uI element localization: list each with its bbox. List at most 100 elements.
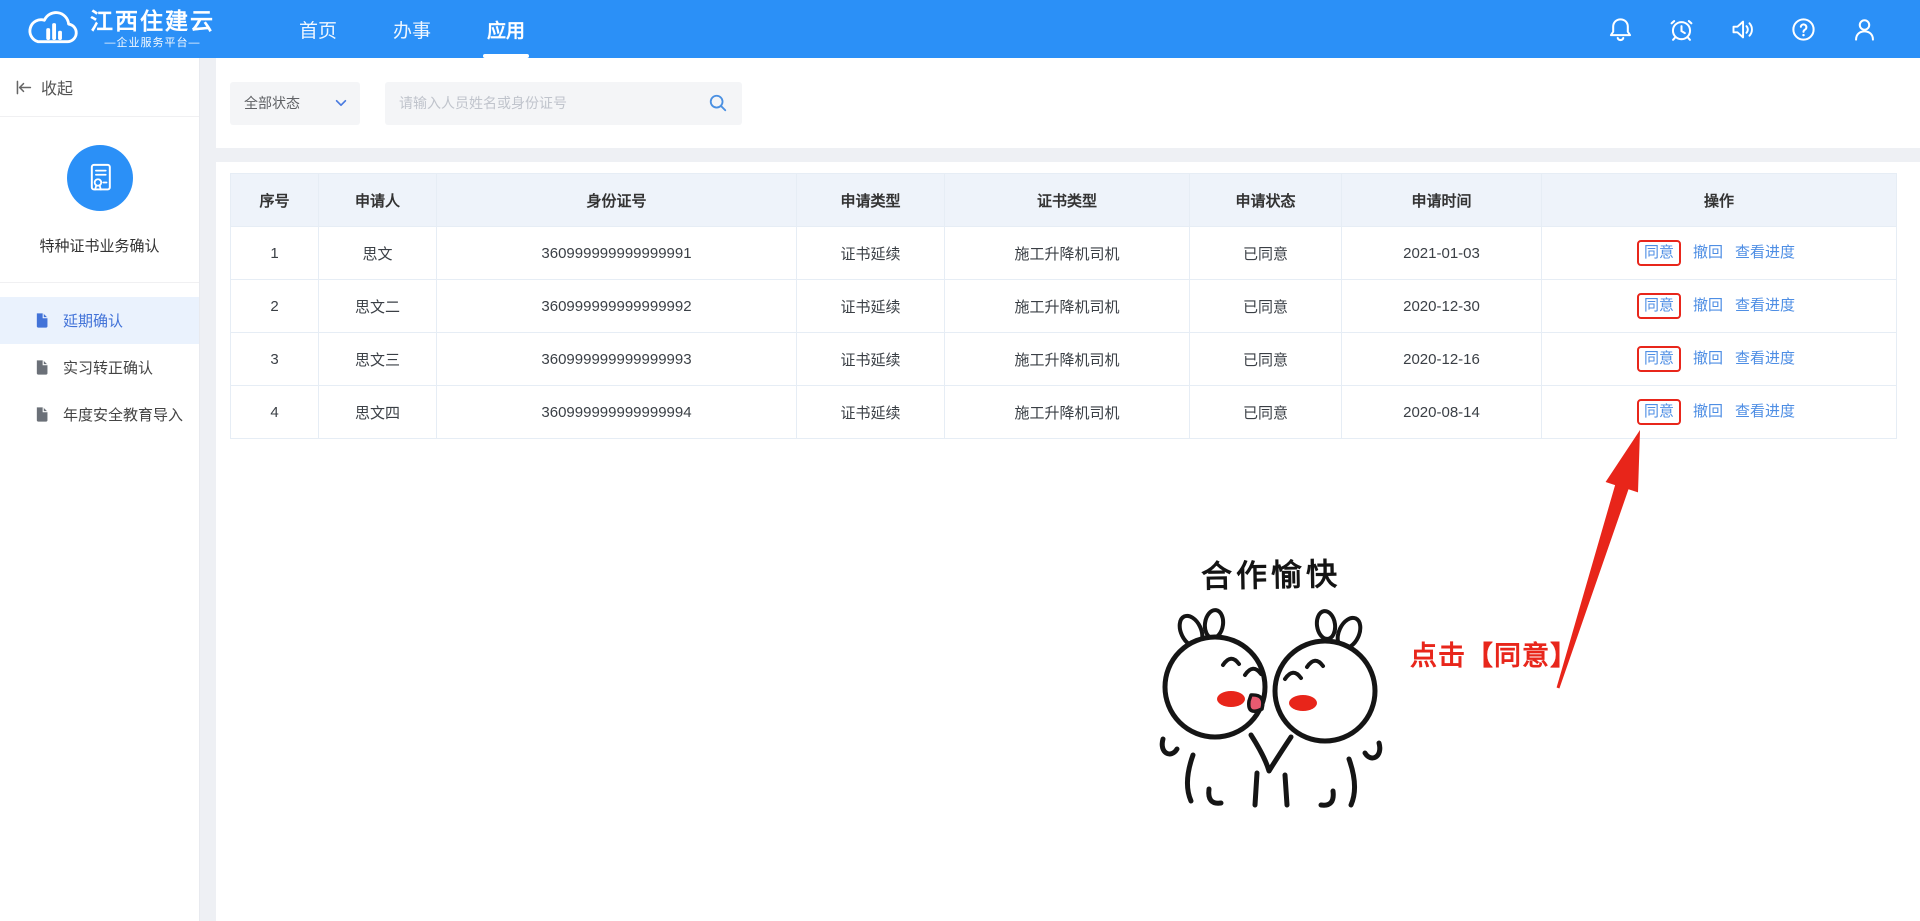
cell-applicant: 思文三	[319, 333, 437, 386]
cartoon-characters-illustration	[1151, 603, 1391, 808]
cell-cert-type: 施工升降机司机	[945, 386, 1190, 439]
cell-apply-time: 2020-12-16	[1342, 333, 1542, 386]
nav-tab-services[interactable]: 办事	[365, 0, 459, 58]
file-icon	[34, 359, 51, 376]
brand-subtitle: —企业服务平台—	[105, 34, 201, 50]
col-header-apply-type: 申请类型	[797, 174, 945, 227]
top-header: 江西住建云 —企业服务平台— 首页 办事 应用	[0, 0, 1920, 58]
tutorial-tip-text: 点击【同意】	[1410, 634, 1578, 673]
col-header-operation: 操作	[1542, 174, 1897, 227]
cell-status: 已同意	[1190, 333, 1342, 386]
brand-text: 江西住建云 —企业服务平台—	[90, 8, 215, 50]
sidebar-collapse-button[interactable]: 收起	[0, 58, 199, 117]
sidebar-item-label: 实习转正确认	[63, 357, 153, 378]
withdraw-link[interactable]: 撤回	[1693, 403, 1723, 420]
left-sidebar: 收起 特种证书业务确认 延期确认 实习转正确认	[0, 58, 200, 921]
cell-cert-type: 施工升降机司机	[945, 333, 1190, 386]
bell-icon[interactable]	[1607, 16, 1634, 43]
cell-apply-type: 证书延续	[797, 227, 945, 280]
cell-apply-type: 证书延续	[797, 386, 945, 439]
status-dropdown-value: 全部状态	[244, 93, 300, 113]
agree-link[interactable]: 同意	[1644, 403, 1674, 420]
table-row: 2 思文二 360999999999999992 证书延续 施工升降机司机 已同…	[231, 280, 1897, 333]
cell-id-number: 360999999999999994	[437, 386, 797, 439]
table-row: 3 思文三 360999999999999993 证书延续 施工升降机司机 已同…	[231, 333, 1897, 386]
sidebar-item-label: 延期确认	[63, 310, 123, 331]
cell-status: 已同意	[1190, 227, 1342, 280]
col-header-status: 申请状态	[1190, 174, 1342, 227]
col-header-no: 序号	[231, 174, 319, 227]
cell-cert-type: 施工升降机司机	[945, 280, 1190, 333]
col-header-cert-type: 证书类型	[945, 174, 1190, 227]
cell-apply-time: 2021-01-03	[1342, 227, 1542, 280]
cell-status: 已同意	[1190, 280, 1342, 333]
cell-apply-time: 2020-12-30	[1342, 280, 1542, 333]
agree-link[interactable]: 同意	[1644, 297, 1674, 314]
cell-no: 4	[231, 386, 319, 439]
view-progress-link[interactable]: 查看进度	[1735, 244, 1795, 261]
sidebar-menu: 延期确认 实习转正确认 年度安全教育导入	[0, 283, 199, 438]
cell-applicant: 思文四	[319, 386, 437, 439]
cell-status: 已同意	[1190, 386, 1342, 439]
agree-highlight-box: 同意	[1637, 346, 1681, 372]
current-app-block: 特种证书业务确认	[0, 117, 199, 283]
agree-highlight-box: 同意	[1637, 240, 1681, 266]
cell-applicant: 思文二	[319, 280, 437, 333]
col-header-apply-time: 申请时间	[1342, 174, 1542, 227]
applications-table-card: 序号 申请人 身份证号 申请类型 证书类型 申请状态 申请时间 操作 1 思文 …	[216, 162, 1920, 921]
speaker-icon[interactable]	[1729, 16, 1756, 43]
app-icon-button[interactable]	[67, 145, 133, 211]
withdraw-link[interactable]: 撤回	[1693, 297, 1723, 314]
table-body: 1 思文 360999999999999991 证书延续 施工升降机司机 已同意…	[231, 227, 1897, 439]
agree-link[interactable]: 同意	[1644, 350, 1674, 367]
applications-table: 序号 申请人 身份证号 申请类型 证书类型 申请状态 申请时间 操作 1 思文 …	[230, 173, 1897, 439]
cooperation-sticker: 合作愉快	[1146, 550, 1396, 813]
col-header-applicant: 申请人	[319, 174, 437, 227]
cell-apply-type: 证书延续	[797, 280, 945, 333]
sidebar-item-internship-confirm[interactable]: 实习转正确认	[0, 344, 199, 391]
cell-operation: 同意 撤回查看进度	[1542, 227, 1897, 280]
cell-apply-type: 证书延续	[797, 333, 945, 386]
status-dropdown[interactable]: 全部状态	[230, 82, 360, 125]
brand-title: 江西住建云	[90, 8, 215, 34]
nav-tab-applications[interactable]: 应用	[459, 0, 553, 58]
view-progress-link[interactable]: 查看进度	[1735, 350, 1795, 367]
cloud-logo-icon	[26, 7, 80, 51]
sidebar-item-safety-education-import[interactable]: 年度安全教育导入	[0, 391, 199, 438]
chevron-down-icon	[334, 96, 348, 110]
sidebar-collapse-label: 收起	[41, 75, 73, 99]
cell-apply-time: 2020-08-14	[1342, 386, 1542, 439]
sidebar-item-label: 年度安全教育导入	[63, 404, 183, 425]
alarm-clock-icon[interactable]	[1668, 16, 1695, 43]
withdraw-link[interactable]: 撤回	[1693, 244, 1723, 261]
table-row: 1 思文 360999999999999991 证书延续 施工升降机司机 已同意…	[231, 227, 1897, 280]
agree-highlight-box: 同意	[1637, 293, 1681, 319]
file-icon	[34, 406, 51, 423]
withdraw-link[interactable]: 撤回	[1693, 350, 1723, 367]
main-nav: 首页 办事 应用	[271, 0, 553, 58]
view-progress-link[interactable]: 查看进度	[1735, 297, 1795, 314]
search-icon[interactable]	[708, 93, 728, 113]
sidebar-item-extension-confirm[interactable]: 延期确认	[0, 297, 199, 344]
cell-id-number: 360999999999999992	[437, 280, 797, 333]
help-circle-icon[interactable]	[1790, 16, 1817, 43]
user-icon[interactable]	[1851, 16, 1878, 43]
cell-operation: 同意 撤回查看进度	[1542, 280, 1897, 333]
cell-no: 3	[231, 333, 319, 386]
header-icon-group	[1607, 16, 1920, 43]
cell-no: 1	[231, 227, 319, 280]
brand-logo[interactable]: 江西住建云 —企业服务平台—	[0, 7, 215, 51]
certificate-icon	[82, 160, 118, 196]
collapse-left-icon	[14, 78, 33, 97]
cell-no: 2	[231, 280, 319, 333]
file-icon	[34, 312, 51, 329]
cell-applicant: 思文	[319, 227, 437, 280]
view-progress-link[interactable]: 查看进度	[1735, 403, 1795, 420]
nav-tab-home[interactable]: 首页	[271, 0, 365, 58]
agree-link[interactable]: 同意	[1644, 244, 1674, 261]
search-input[interactable]	[399, 95, 708, 111]
cell-cert-type: 施工升降机司机	[945, 227, 1190, 280]
cell-operation: 同意 撤回查看进度	[1542, 333, 1897, 386]
app-title: 特种证书业务确认	[39, 235, 159, 256]
cell-id-number: 360999999999999991	[437, 227, 797, 280]
